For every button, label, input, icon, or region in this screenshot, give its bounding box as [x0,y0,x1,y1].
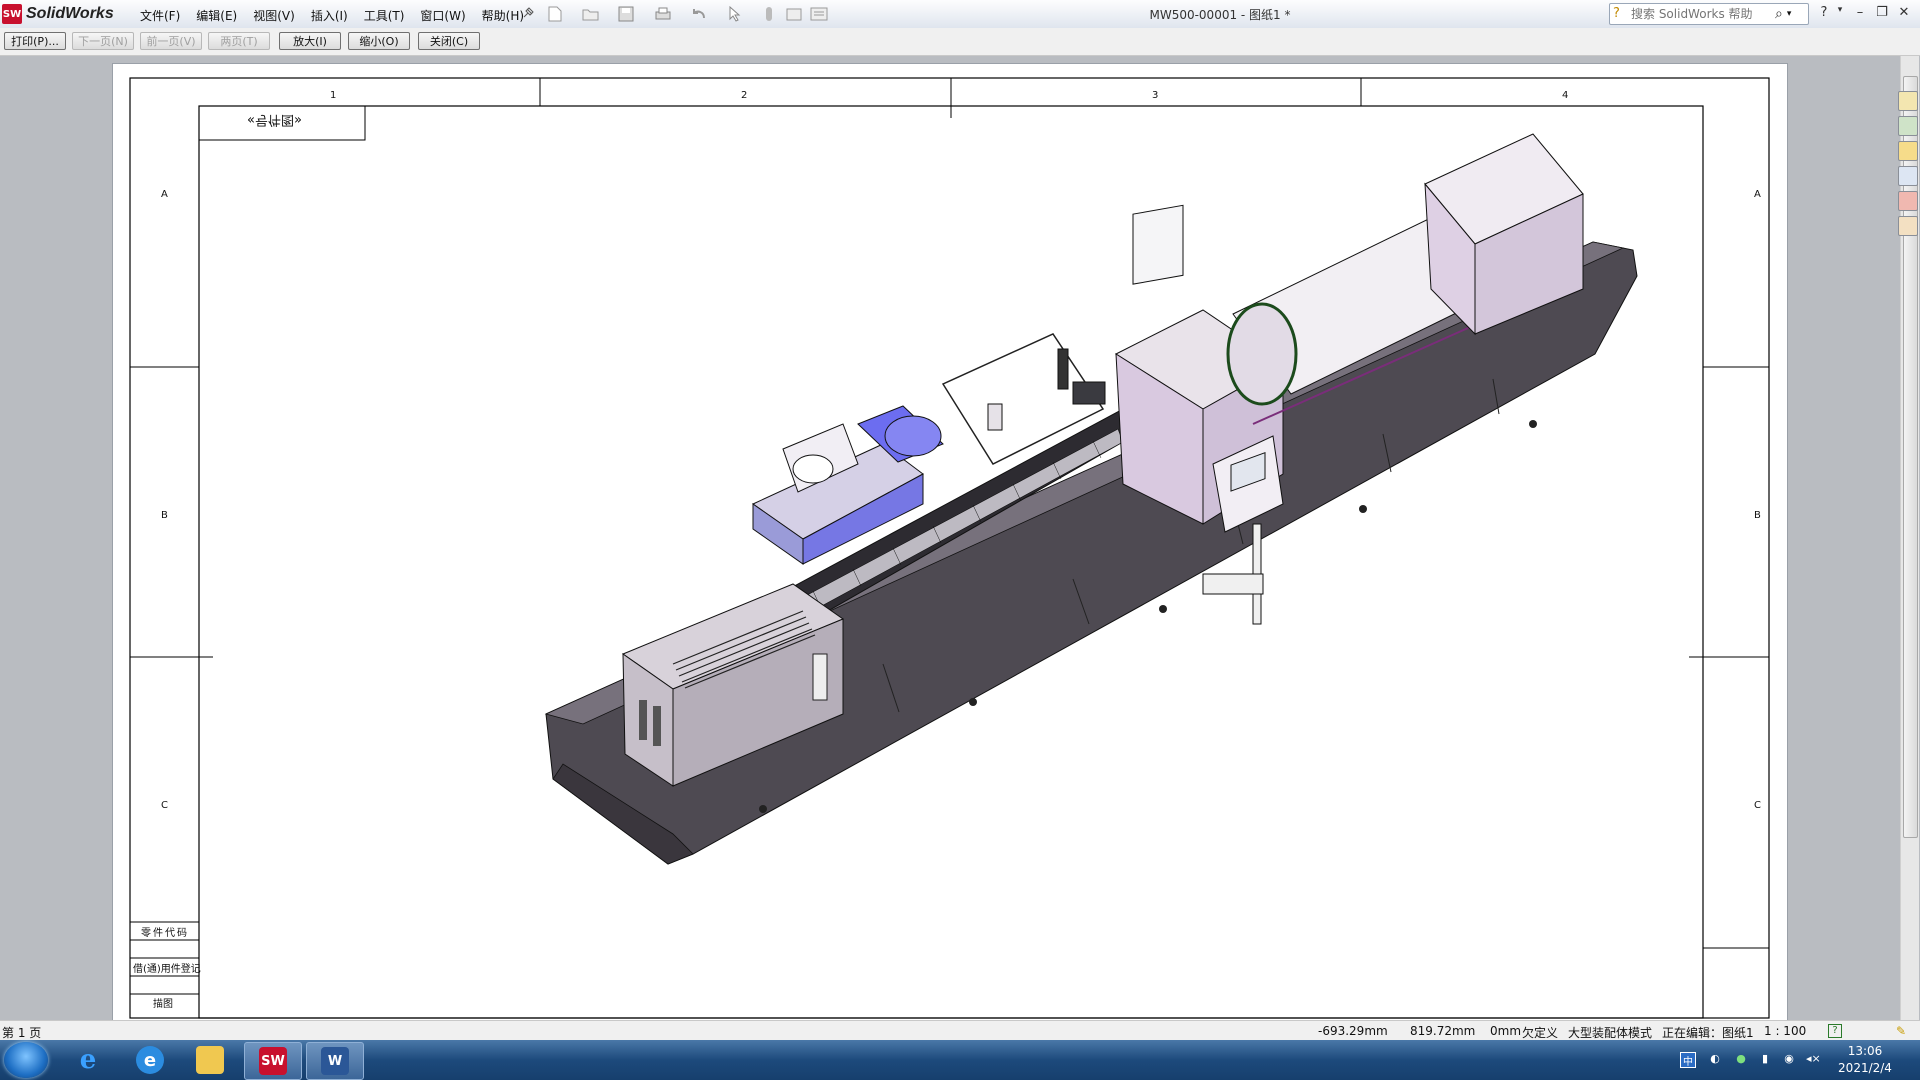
ime-icon[interactable]: 中 [1680,1052,1696,1068]
print-preview-toolbar: 打印(P)... 下一页(N) 前一页(V) 两页(T) 放大(I) 缩小(O)… [0,28,1920,56]
new-document-icon[interactable] [548,4,578,24]
volume-muted-icon[interactable]: ◂× [1806,1052,1821,1066]
solidworks-resources-icon[interactable] [1898,91,1918,111]
wechat-icon[interactable]: ● [1734,1052,1748,1066]
zoom-in-button[interactable]: 放大(I) [279,32,341,50]
file-explorer-icon[interactable] [1898,141,1918,161]
drawing-sheet[interactable]: 1 2 3 4 A B C A B C «号件图» 零件代码 借(通)用件登记 … [113,64,1787,1020]
edge-taskbar-button[interactable]: e [122,1042,178,1078]
search-input[interactable] [1629,6,1773,22]
solidworks-logo-icon: SW [2,4,22,24]
ie-taskbar-button[interactable]: e [60,1042,116,1078]
coord-y: 819.72mm [1410,1024,1476,1038]
menu-insert[interactable]: 插入(I) [303,5,356,26]
machine-assembly-view[interactable] [113,64,1787,1020]
open-icon[interactable] [582,4,612,24]
status-bar: 第 1 页 -693.29mm 819.72mm 0mm 欠定义 大型装配体模式… [0,1020,1920,1041]
menu-view[interactable]: 视图(V) [245,5,303,26]
windows-taskbar: e e SW W 中 ◐ ● ▮ ◉ ◂× 13:06 2021/2/4 [0,1040,1920,1080]
solidworks-logo[interactable]: SW SolidWorks [2,3,114,25]
view-palette-icon[interactable] [1898,166,1918,186]
close-preview-button[interactable]: 关闭(C) [418,32,480,50]
clock-time: 13:06 [1847,1044,1883,1058]
options-icon[interactable] [810,4,840,24]
next-page-button[interactable]: 下一页(N) [72,32,134,50]
document-title: MW500-00001 - 图纸1 * [1149,8,1291,22]
start-button-icon[interactable] [4,1042,48,1078]
explorer-taskbar-button[interactable] [182,1042,238,1078]
page-indicator: 第 1 页 [2,1026,42,1040]
help-dropdown-icon[interactable]: ▾ [1830,5,1850,23]
sheet-scale[interactable]: 1 : 100 [1764,1024,1806,1038]
two-pages-button[interactable]: 两页(T) [208,32,270,50]
solidworks-taskbar-button[interactable]: SW [244,1042,302,1080]
undo-icon[interactable] [690,4,720,24]
print-icon[interactable] [654,4,684,24]
assembly-mode: 大型装配体模式 [1568,1026,1653,1040]
print-button[interactable]: 打印(P)... [4,32,66,50]
menu-tools[interactable]: 工具(T) [356,5,413,26]
word-app-icon: W [321,1047,349,1075]
custom-properties-icon[interactable] [1898,216,1918,236]
definition-state: 欠定义 [1522,1026,1559,1040]
solidworks-app-icon: SW [259,1047,287,1075]
internet-explorer-icon: e [79,1045,97,1075]
close-icon[interactable]: ✕ [1894,5,1914,23]
qq-icon[interactable]: ◉ [1782,1052,1796,1066]
task-pane-tabs [1896,86,1918,236]
pin-menu-icon[interactable] [521,6,535,20]
editing-status: 正在编辑：图纸1 [1662,1026,1754,1040]
coord-x: -693.29mm [1318,1024,1388,1038]
search-icon[interactable]: ⌕ [1775,6,1783,22]
quick-tips-icon[interactable]: ? [1828,1024,1842,1038]
rebuild-status-icon[interactable]: ✎ [1896,1024,1906,1038]
word-taskbar-button[interactable]: W [306,1042,364,1080]
menu-file[interactable]: 文件(F) [132,5,188,26]
restore-icon[interactable]: ❐ [1872,5,1892,23]
design-library-icon[interactable] [1898,116,1918,136]
menu-window[interactable]: 窗口(W) [412,5,473,26]
zoom-out-button[interactable]: 缩小(O) [348,32,410,50]
clock-date: 2021/2/4 [1838,1061,1892,1075]
menu-edit[interactable]: 编辑(E) [188,5,245,26]
folder-icon [196,1046,224,1074]
help-question-icon: ? [1613,6,1620,21]
logo-text: SolidWorks [26,5,114,22]
search-dropdown-icon[interactable]: ▾ [1787,9,1792,19]
minimize-icon[interactable]: – [1850,5,1870,23]
appearances-icon[interactable] [1898,191,1918,211]
browser-icon: e [136,1046,164,1074]
coord-z: 0mm [1490,1024,1522,1038]
help-search-box[interactable]: ? ⌕ ▾ [1609,3,1809,25]
save-icon[interactable] [618,4,648,24]
wifi-signal-icon[interactable]: ▮ [1758,1052,1772,1066]
network-share-icon[interactable]: ◐ [1708,1052,1722,1066]
prev-page-button[interactable]: 前一页(V) [140,32,202,50]
system-clock[interactable]: 13:06 2021/2/4 [1820,1043,1910,1077]
menu-bar: 文件(F) 编辑(E) 视图(V) 插入(I) 工具(T) 窗口(W) 帮助(H… [132,5,532,26]
title-bar: SW SolidWorks 文件(F) 编辑(E) 视图(V) 插入(I) 工具… [0,0,1920,29]
select-icon[interactable] [728,4,758,24]
